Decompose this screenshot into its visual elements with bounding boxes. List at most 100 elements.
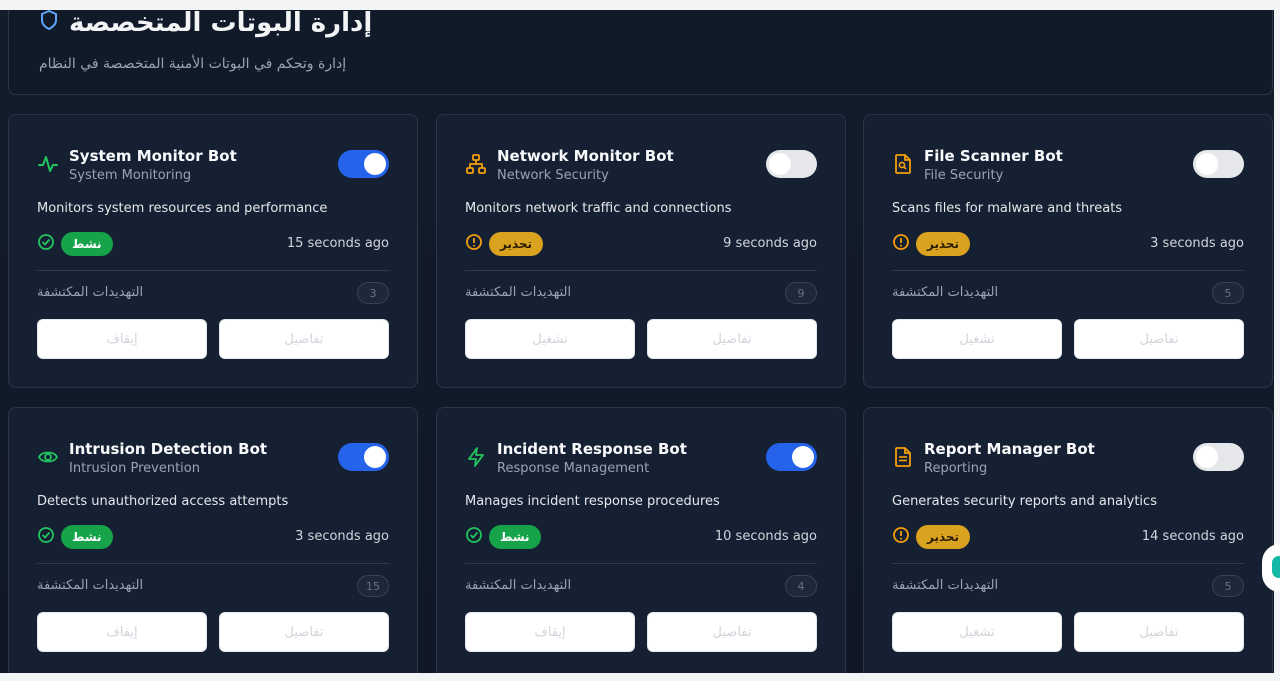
divider [892,270,1244,271]
last-activity-time: 10 seconds ago [714,529,817,544]
alert-circle-icon [465,233,483,255]
bot-description: Detects unauthorized access attempts [37,494,289,509]
toggle-knob [364,153,386,175]
shield-icon [39,10,59,38]
status-row: تحذير [892,232,971,256]
bot-category: Network Security [497,168,609,183]
details-button[interactable]: تفاصيل [1074,319,1244,359]
last-activity-time: 14 seconds ago [1141,529,1244,544]
threats-count: 9 [785,282,817,304]
details-button[interactable]: تفاصيل [219,319,389,359]
status-row: نشط [37,525,113,549]
bot-category: File Security [924,168,1004,183]
toggle-bot-button[interactable]: تشغيل [465,319,635,359]
toggle-bot-button[interactable]: إيقاف [37,319,207,359]
bot-enable-toggle[interactable] [338,150,389,178]
page-title-row: إدارة البوتات المتخصصة [39,10,372,38]
last-activity-time: 3 seconds ago [1150,236,1244,251]
bot-enable-toggle[interactable] [766,443,817,471]
divider [37,563,389,564]
status-row: نشط [465,525,541,549]
divider [37,270,389,271]
threats-count: 15 [357,575,389,597]
toggle-bot-button[interactable]: تشغيل [892,319,1062,359]
divider [465,270,817,271]
file-text-icon [892,446,914,468]
bot-card: Intrusion Detection Bot Intrusion Preven… [8,407,418,673]
details-button[interactable]: تفاصيل [219,612,389,652]
toggle-knob [792,446,814,468]
status-badge: تحذير [916,232,971,256]
toggle-bot-button[interactable]: إيقاف [37,612,207,652]
bot-name: Network Monitor Bot [497,147,674,165]
toggle-knob [364,446,386,468]
threats-label: التهديدات المكتشفة [37,285,144,300]
last-activity-time: 15 seconds ago [286,236,389,251]
page-subtitle: إدارة وتحكم في البوتات الأمنية المتخصصة … [39,56,347,72]
check-circle-icon [465,526,483,548]
status-badge: تحذير [489,232,544,256]
bot-category: Response Management [497,461,650,476]
floating-help-button[interactable] [1262,544,1280,592]
last-activity-time: 3 seconds ago [295,529,389,544]
bot-category: Intrusion Prevention [69,461,200,476]
threats-count: 5 [1212,575,1244,597]
status-badge: نشط [61,525,113,549]
threats-count: 5 [1212,282,1244,304]
status-row: نشط [37,232,113,256]
bot-name: Intrusion Detection Bot [69,440,268,458]
threats-label: التهديدات المكتشفة [465,578,572,593]
check-circle-icon [37,526,55,548]
page-title: إدارة البوتات المتخصصة [69,10,373,38]
bot-name: System Monitor Bot [69,147,237,165]
bot-description: Monitors network traffic and connections [465,201,732,216]
bot-name: File Scanner Bot [924,147,1063,165]
activity-icon [37,153,59,175]
bot-card: Report Manager Bot Reporting Generates s… [863,407,1273,673]
bot-category: System Monitoring [69,168,192,183]
divider [892,563,1244,564]
bot-card: Incident Response Bot Response Managemen… [436,407,846,673]
status-badge: نشط [489,525,541,549]
bottom-edge [0,673,1280,681]
toggle-bot-button[interactable]: تشغيل [892,612,1062,652]
status-row: تحذير [892,525,971,549]
page-header: إدارة البوتات المتخصصة إدارة وتحكم في ال… [8,10,1273,95]
threats-label: التهديدات المكتشفة [465,285,572,300]
chat-icon [1272,556,1280,578]
toggle-bot-button[interactable]: إيقاف [465,612,635,652]
threats-count: 3 [357,282,389,304]
threats-count: 4 [785,575,817,597]
bot-category: Reporting [924,461,988,476]
toggle-knob [1196,153,1218,175]
details-button[interactable]: تفاصيل [1074,612,1244,652]
threats-label: التهديدات المكتشفة [892,285,999,300]
zap-icon [465,446,487,468]
divider [465,563,817,564]
status-badge: نشط [61,232,113,256]
details-button[interactable]: تفاصيل [647,612,817,652]
status-badge: تحذير [916,525,971,549]
network-icon [465,153,487,175]
bot-description: Generates security reports and analytics [892,494,1157,509]
details-button[interactable]: تفاصيل [647,319,817,359]
bot-enable-toggle[interactable] [766,150,817,178]
status-row: تحذير [465,232,544,256]
check-circle-icon [37,233,55,255]
bot-description: Scans files for malware and threats [892,201,1123,216]
bot-card: Network Monitor Bot Network Security Mon… [436,114,846,388]
threats-label: التهديدات المكتشفة [892,578,999,593]
bot-card: File Scanner Bot File Security Scans fil… [863,114,1273,388]
bot-card: System Monitor Bot System Monitoring Mon… [8,114,418,388]
last-activity-time: 9 seconds ago [723,236,817,251]
toggle-knob [1196,446,1218,468]
toggle-knob [769,153,791,175]
bot-description: Monitors system resources and performanc… [37,201,328,216]
bot-name: Report Manager Bot [924,440,1095,458]
bot-description: Manages incident response procedures [465,494,720,509]
bots-management-page: إدارة البوتات المتخصصة إدارة وتحكم في ال… [0,10,1274,673]
bot-enable-toggle[interactable] [338,443,389,471]
bot-enable-toggle[interactable] [1193,150,1244,178]
bot-enable-toggle[interactable] [1193,443,1244,471]
alert-circle-icon [892,233,910,255]
